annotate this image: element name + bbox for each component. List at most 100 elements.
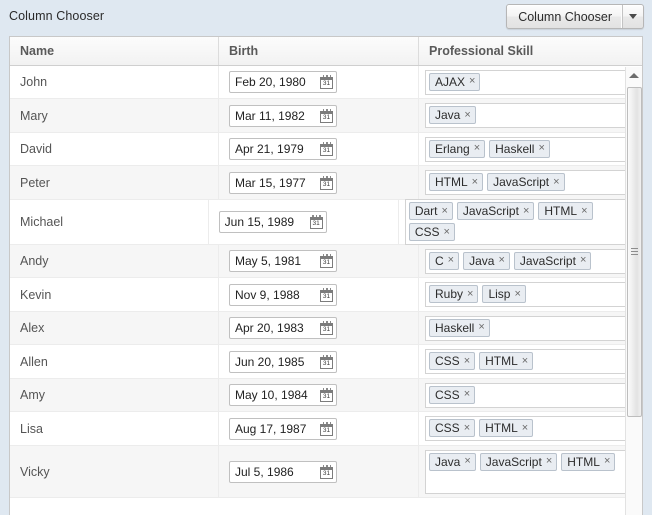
close-icon[interactable]: × xyxy=(522,422,528,434)
column-header-skill[interactable]: Professional Skill xyxy=(419,37,642,65)
table-row[interactable]: Lisa Aug 17, 1987 31 CSS × HTML × xyxy=(10,412,642,446)
tag-input[interactable]: C × Java × JavaScript × xyxy=(425,248,634,274)
table-row[interactable]: Andy May 5, 1981 31 C × Java × JavaScript × xyxy=(10,245,642,278)
close-icon[interactable]: × xyxy=(580,255,586,266)
date-input[interactable]: Apr 21, 1979 31 xyxy=(229,138,337,160)
close-icon[interactable]: × xyxy=(472,176,478,188)
close-icon[interactable]: × xyxy=(514,288,520,300)
date-input[interactable]: May 5, 1981 31 xyxy=(229,250,337,272)
tag-chip[interactable]: Ruby × xyxy=(429,285,479,303)
tag-chip[interactable]: JavaScript × xyxy=(479,452,558,471)
date-input[interactable]: Jun 20, 1985 31 xyxy=(229,350,337,373)
close-icon[interactable]: × xyxy=(448,255,454,266)
scrollbar-up-button[interactable] xyxy=(626,67,642,84)
calendar-icon[interactable]: 31 xyxy=(320,354,333,369)
tag-input[interactable]: Java × xyxy=(425,103,634,128)
close-icon[interactable]: × xyxy=(546,456,552,467)
tag-chip[interactable]: CSS × xyxy=(429,419,476,437)
tag-chip[interactable]: JavaScript × xyxy=(513,251,592,270)
tag-chip[interactable]: HTML × xyxy=(429,173,484,191)
table-row[interactable]: Kevin Nov 9, 1988 31 Ruby × Lisp × xyxy=(10,278,642,312)
tag-chip[interactable]: Haskell × xyxy=(489,139,550,158)
calendar-icon[interactable]: 31 xyxy=(320,108,333,123)
close-icon[interactable]: × xyxy=(444,226,450,238)
calendar-icon[interactable]: 31 xyxy=(320,287,333,302)
date-input[interactable]: Apr 20, 1983 31 xyxy=(229,317,337,339)
tag-chip[interactable]: AJAX × xyxy=(429,72,481,91)
table-row[interactable]: Allen Jun 20, 1985 31 CSS × HTML × xyxy=(10,345,642,379)
tag-input[interactable]: Java × JavaScript × HTML × xyxy=(425,449,634,494)
close-icon[interactable]: × xyxy=(523,205,529,217)
tag-chip[interactable]: C × xyxy=(429,251,460,270)
tag-chip[interactable]: Java × xyxy=(429,106,476,124)
column-header-name[interactable]: Name xyxy=(10,37,219,65)
date-input[interactable]: Mar 15, 1977 31 xyxy=(229,171,337,194)
table-row[interactable]: Amy May 10, 1984 31 CSS × xyxy=(10,379,642,412)
vertical-scrollbar[interactable] xyxy=(625,67,642,515)
calendar-icon[interactable]: 31 xyxy=(320,254,333,268)
tag-chip[interactable]: Java × xyxy=(463,251,510,270)
tag-input[interactable]: Ruby × Lisp × xyxy=(425,282,634,307)
scrollbar-thumb[interactable] xyxy=(627,87,642,417)
date-input[interactable]: Feb 20, 1980 31 xyxy=(229,71,337,93)
close-icon[interactable]: × xyxy=(469,76,475,87)
date-input[interactable]: Mar 11, 1982 31 xyxy=(229,104,337,127)
column-header-birth[interactable]: Birth xyxy=(219,37,419,65)
close-icon[interactable]: × xyxy=(467,288,473,300)
table-row[interactable]: Alex Apr 20, 1983 31 Haskell × xyxy=(10,312,642,345)
close-icon[interactable]: × xyxy=(604,456,610,467)
table-row[interactable]: Peter Mar 15, 1977 31 HTML × JavaScript × xyxy=(10,166,642,200)
tag-chip[interactable]: HTML × xyxy=(479,352,534,370)
close-icon[interactable]: × xyxy=(498,255,504,266)
tag-input[interactable]: HTML × JavaScript × xyxy=(425,170,634,195)
tag-chip[interactable]: Java × xyxy=(429,452,476,471)
tag-chip[interactable]: Lisp × xyxy=(482,285,526,303)
tag-chip[interactable]: Haskell × xyxy=(429,318,490,337)
tag-input[interactable]: CSS × xyxy=(425,382,634,408)
calendar-icon[interactable]: 31 xyxy=(320,321,333,335)
close-icon[interactable]: × xyxy=(464,389,470,400)
close-icon[interactable]: × xyxy=(441,205,447,217)
column-chooser-dropdown-toggle[interactable] xyxy=(623,5,643,28)
table-row[interactable]: John Feb 20, 1980 31 AJAX × xyxy=(10,66,642,99)
table-row[interactable]: Vicky Jul 5, 1986 31 Java × JavaScript × HTML × xyxy=(10,446,642,498)
calendar-icon[interactable]: 31 xyxy=(320,142,333,156)
close-icon[interactable]: × xyxy=(464,109,470,121)
table-row[interactable]: David Apr 21, 1979 31 Erlang × Haskell × xyxy=(10,133,642,166)
close-icon[interactable]: × xyxy=(538,143,544,154)
close-icon[interactable]: × xyxy=(581,205,587,217)
tag-chip[interactable]: HTML × xyxy=(561,452,616,471)
date-input[interactable]: Jun 15, 1989 31 xyxy=(218,211,327,233)
date-input[interactable]: Nov 9, 1988 31 xyxy=(229,283,337,306)
tag-input[interactable]: Erlang × Haskell × xyxy=(425,136,634,162)
tag-input[interactable]: Haskell × xyxy=(425,315,634,341)
tag-chip[interactable]: HTML × xyxy=(479,419,534,437)
tag-chip[interactable]: JavaScript × xyxy=(456,202,535,220)
tag-chip[interactable]: JavaScript × xyxy=(487,173,565,191)
calendar-icon[interactable]: 31 xyxy=(320,421,333,436)
column-chooser-split-button[interactable]: Column Chooser xyxy=(506,4,644,29)
tag-chip[interactable]: Dart × xyxy=(408,202,453,220)
tag-input[interactable]: AJAX × xyxy=(425,69,634,95)
close-icon[interactable]: × xyxy=(522,355,528,367)
close-icon[interactable]: × xyxy=(464,456,470,467)
tag-input[interactable]: CSS × HTML × xyxy=(425,349,634,374)
calendar-icon[interactable]: 31 xyxy=(309,215,323,229)
table-row[interactable]: Michael Jun 15, 1989 31 Dart × JavaScript × HTM… xyxy=(10,199,642,245)
date-input[interactable]: Aug 17, 1987 31 xyxy=(229,417,337,440)
tag-chip[interactable]: CSS × xyxy=(408,223,455,241)
calendar-icon[interactable]: 31 xyxy=(320,175,333,190)
tag-chip[interactable]: CSS × xyxy=(429,352,476,370)
calendar-icon[interactable]: 31 xyxy=(320,464,333,479)
tag-chip[interactable]: CSS × xyxy=(429,385,476,404)
table-row[interactable]: Mary Mar 11, 1982 31 Java × xyxy=(10,99,642,133)
tag-input[interactable]: CSS × HTML × xyxy=(425,416,634,441)
date-input[interactable]: May 10, 1984 31 xyxy=(229,384,337,406)
close-icon[interactable]: × xyxy=(474,143,480,154)
close-icon[interactable]: × xyxy=(553,176,559,188)
close-icon[interactable]: × xyxy=(464,422,470,434)
tag-chip[interactable]: Erlang × xyxy=(429,139,486,158)
tag-chip[interactable]: HTML × xyxy=(538,202,593,220)
date-input[interactable]: Jul 5, 1986 31 xyxy=(229,460,337,483)
tag-input[interactable]: Dart × JavaScript × HTML × CSS × xyxy=(404,199,634,245)
